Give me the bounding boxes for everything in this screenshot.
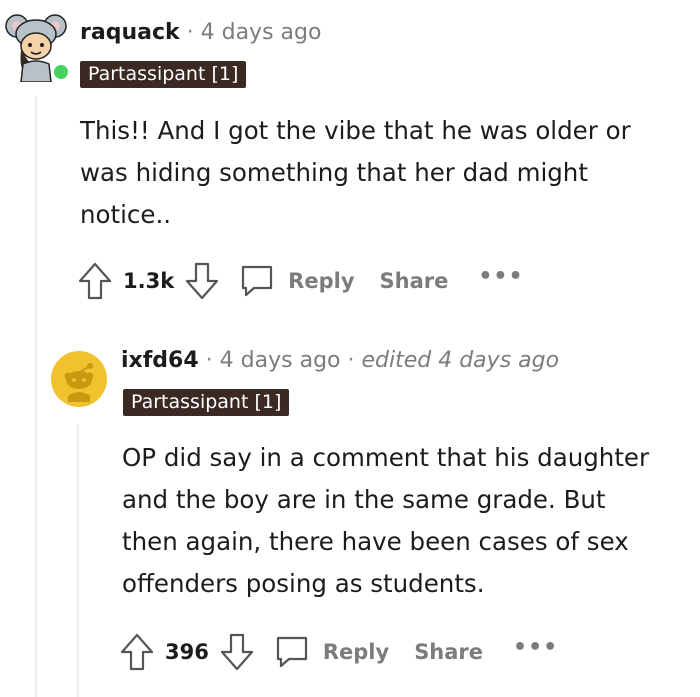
comment-line: This!! And I got the vibe that he was ol… (80, 116, 631, 145)
thread-line[interactable] (35, 96, 37, 697)
username[interactable]: raquack (80, 20, 180, 45)
online-indicator (54, 65, 68, 79)
comment-line: then again, there have been cases of sex (122, 527, 629, 556)
timestamp[interactable]: 4 days ago (220, 348, 341, 373)
reply-icon[interactable] (238, 262, 276, 300)
user-flair: Partassipant [1] (123, 389, 290, 416)
more-options-button[interactable]: ••• (478, 264, 523, 289)
comment-body: OP did say in a comment that his daughte… (122, 437, 649, 605)
user-flair: Partassipant [1] (80, 61, 247, 88)
vote-score: 396 (165, 640, 209, 664)
comment-actions: 1.3k Reply Share ••• (77, 259, 524, 303)
avatar[interactable] (5, 12, 70, 83)
timestamp[interactable]: 4 days ago (201, 20, 322, 45)
vote-score: 1.3k (123, 269, 175, 293)
comment-line: and the boy are in the same grade. But (122, 485, 606, 514)
thread-line-nested[interactable] (77, 424, 79, 697)
comment-line: OP did say in a comment that his daughte… (122, 443, 650, 472)
username[interactable]: ixfd64 (121, 348, 199, 373)
avatar[interactable] (50, 350, 108, 408)
edited-timestamp: edited 4 days ago (361, 348, 560, 373)
comment-line: notice.. (80, 200, 172, 229)
reply-button[interactable]: Reply (323, 640, 389, 664)
separator: · (347, 348, 355, 373)
upvote-icon[interactable] (77, 261, 113, 301)
separator: · (205, 348, 213, 373)
reply-button[interactable]: Reply (288, 269, 354, 293)
separator: · (186, 20, 194, 45)
more-options-button[interactable]: ••• (513, 635, 558, 660)
comment-actions: 396 Reply Share ••• (119, 630, 558, 674)
upvote-icon[interactable] (119, 632, 155, 672)
comment-line: offenders posing as students. (122, 569, 485, 598)
share-button[interactable]: Share (380, 269, 449, 293)
comment-line: was hiding something that her dad might (80, 158, 588, 187)
comment-meta: raquack · 4 days ago (80, 20, 321, 45)
share-button[interactable]: Share (414, 640, 483, 664)
downvote-icon[interactable] (219, 632, 255, 672)
reply-icon[interactable] (273, 633, 311, 671)
downvote-icon[interactable] (184, 261, 220, 301)
comment-meta: ixfd64 · 4 days ago · edited 4 days ago (121, 348, 559, 373)
comment-body: This!! And I got the vibe that he was ol… (80, 110, 631, 236)
